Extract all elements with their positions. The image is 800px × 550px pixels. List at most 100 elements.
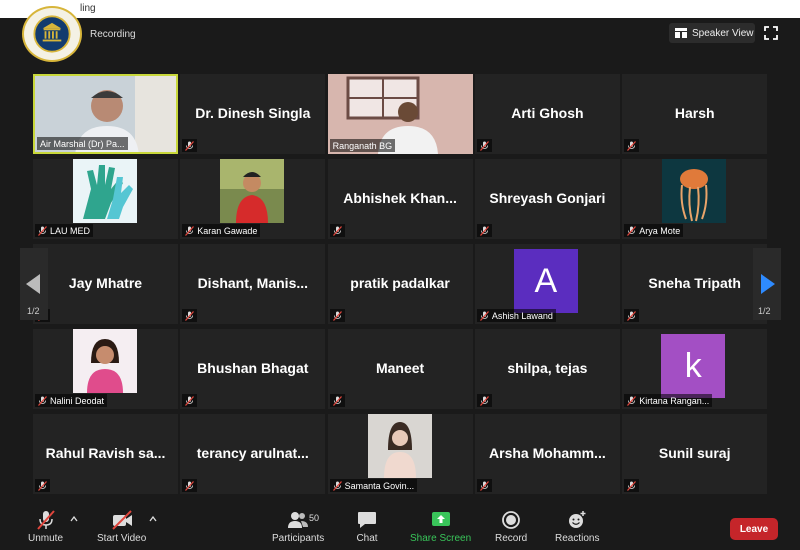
participant-label: Karan Gawade xyxy=(182,224,261,237)
participant-tile[interactable]: pratik padalkar xyxy=(327,244,473,324)
participant-name: Rahul Ravish sa... xyxy=(45,445,166,461)
participant-label xyxy=(329,394,345,407)
participant-tile[interactable]: Arti Ghosh xyxy=(474,74,620,154)
participant-tile[interactable]: Harsh xyxy=(622,74,768,154)
participant-tile[interactable]: Dr. Dinesh Singla xyxy=(180,74,326,154)
video-camera-off-icon xyxy=(111,510,132,530)
participant-label-name: Arya Mote xyxy=(639,225,681,236)
mic-muted-icon xyxy=(479,225,489,236)
participant-tile[interactable]: Samanta Govin... xyxy=(327,414,473,494)
mic-muted-icon xyxy=(479,140,489,151)
participant-name: Sunil suraj xyxy=(658,445,731,461)
participant-label-name: Karan Gawade xyxy=(197,225,258,236)
participant-tile[interactable]: Karan Gawade xyxy=(180,159,326,239)
mic-muted-icon xyxy=(38,480,47,491)
participant-label-name: Nalini Deodat xyxy=(50,395,105,406)
smiley-plus-icon xyxy=(569,511,586,528)
participant-label xyxy=(329,309,345,322)
participant-tile[interactable]: Ranganath BG xyxy=(327,74,473,154)
microphone-muted-icon xyxy=(36,510,55,530)
participant-label-name: Ranganath BG xyxy=(332,140,393,151)
participant-tile[interactable]: A Ashish Lawand xyxy=(474,244,620,324)
share-screen-label: Share Screen xyxy=(410,533,472,544)
participant-tile[interactable]: Air Marshal (Dr) Pa... xyxy=(33,74,178,154)
mic-muted-icon xyxy=(627,140,637,151)
chevron-right-icon xyxy=(761,274,775,294)
participant-name: Dr. Dinesh Singla xyxy=(195,105,311,121)
participant-label: Air Marshal (Dr) Pa... xyxy=(37,137,128,150)
participant-label-name: Samanta Govin... xyxy=(344,480,415,491)
participant-tile[interactable]: shilpa, tejas xyxy=(474,329,620,409)
participant-name: Harsh xyxy=(674,105,715,121)
avatar-letter: A xyxy=(513,249,578,313)
mic-muted-icon xyxy=(627,480,637,491)
page-indicator-right: 1/2 xyxy=(758,306,771,316)
participant-name: Maneet xyxy=(375,360,425,376)
mic-muted-icon xyxy=(185,480,195,491)
mic-muted-icon xyxy=(627,225,637,236)
participant-tile[interactable]: terancy arulnat... xyxy=(180,414,326,494)
participant-label xyxy=(476,224,492,237)
woman-photo xyxy=(73,329,137,393)
chat-button[interactable]: Chat xyxy=(356,510,378,544)
share-screen-icon xyxy=(431,512,450,526)
participant-label xyxy=(182,309,198,322)
participants-count: 50 xyxy=(309,513,320,523)
participant-name: Jay Mhatre xyxy=(68,275,143,291)
meeting-toolbar: Unmute Start Video Participants 50 Chat xyxy=(0,504,800,550)
mic-muted-icon xyxy=(332,225,342,236)
participant-tile[interactable]: Jay Mhatre xyxy=(33,244,178,324)
participant-tile[interactable]: Bhushan Bhagat xyxy=(180,329,326,409)
participant-label: Arya Mote xyxy=(624,224,684,237)
participant-tile[interactable]: Nalini Deodat xyxy=(33,329,178,409)
record-button[interactable]: Record xyxy=(495,510,527,544)
start-video-label: Start Video xyxy=(97,533,147,544)
recording-indicator: Recording xyxy=(90,29,136,40)
reactions-button[interactable]: Reactions xyxy=(555,510,599,544)
unmute-button[interactable]: Unmute xyxy=(28,510,63,544)
fullscreen-button[interactable] xyxy=(764,26,778,40)
participant-tile[interactable]: k Kirtana Rangan... xyxy=(622,329,768,409)
mic-muted-icon xyxy=(627,395,637,406)
chat-bubble-icon xyxy=(358,512,376,528)
participant-tile[interactable]: Shreyash Gonjari xyxy=(474,159,620,239)
jellyfish-photo xyxy=(662,159,727,223)
leave-button[interactable]: Leave xyxy=(730,518,778,540)
participant-label xyxy=(624,479,640,492)
participant-label: Samanta Govin... xyxy=(329,479,418,492)
participant-tile[interactable]: Dishant, Manis... xyxy=(180,244,326,324)
participant-tile[interactable]: Rahul Ravish sa... xyxy=(33,414,178,494)
participant-name: Dishant, Manis... xyxy=(197,275,309,291)
participant-label xyxy=(329,224,345,237)
participant-name: Bhushan Bhagat xyxy=(197,360,309,376)
mic-muted-icon xyxy=(332,310,342,321)
record-icon xyxy=(502,511,521,529)
participant-name: terancy arulnat... xyxy=(196,445,309,461)
participants-label: Participants xyxy=(272,533,325,544)
participant-tile[interactable]: Arsha Mohamm... xyxy=(474,414,620,494)
person-photo xyxy=(220,159,285,223)
record-label: Record xyxy=(495,533,528,544)
audio-options-chevron-icon[interactable] xyxy=(70,516,78,522)
participant-tile[interactable]: Sneha Tripath xyxy=(622,244,768,324)
start-video-button[interactable]: Start Video xyxy=(97,510,146,544)
participant-tile[interactable]: Arya Mote xyxy=(622,159,768,239)
participant-tile[interactable]: Abhishek Khan... xyxy=(327,159,473,239)
mic-muted-icon xyxy=(185,140,195,151)
participant-label xyxy=(476,479,492,492)
top-strip: ling xyxy=(0,0,800,18)
participant-label-name: Ashish Lawand xyxy=(491,310,553,321)
speaker-view-button[interactable]: Speaker View xyxy=(669,23,755,43)
speaker-view-icon xyxy=(675,28,687,38)
mic-muted-icon xyxy=(332,395,342,406)
participant-label xyxy=(476,139,492,152)
participant-tile[interactable]: Sunil suraj xyxy=(622,414,768,494)
participant-tile[interactable]: LAU MED xyxy=(33,159,178,239)
participant-tile[interactable]: Maneet xyxy=(327,329,473,409)
participant-label xyxy=(624,139,640,152)
video-options-chevron-icon[interactable] xyxy=(149,516,157,522)
reactions-label: Reactions xyxy=(555,533,600,544)
share-screen-button[interactable]: Share Screen xyxy=(410,510,471,544)
mic-muted-icon xyxy=(479,310,489,321)
participant-label xyxy=(182,139,198,152)
